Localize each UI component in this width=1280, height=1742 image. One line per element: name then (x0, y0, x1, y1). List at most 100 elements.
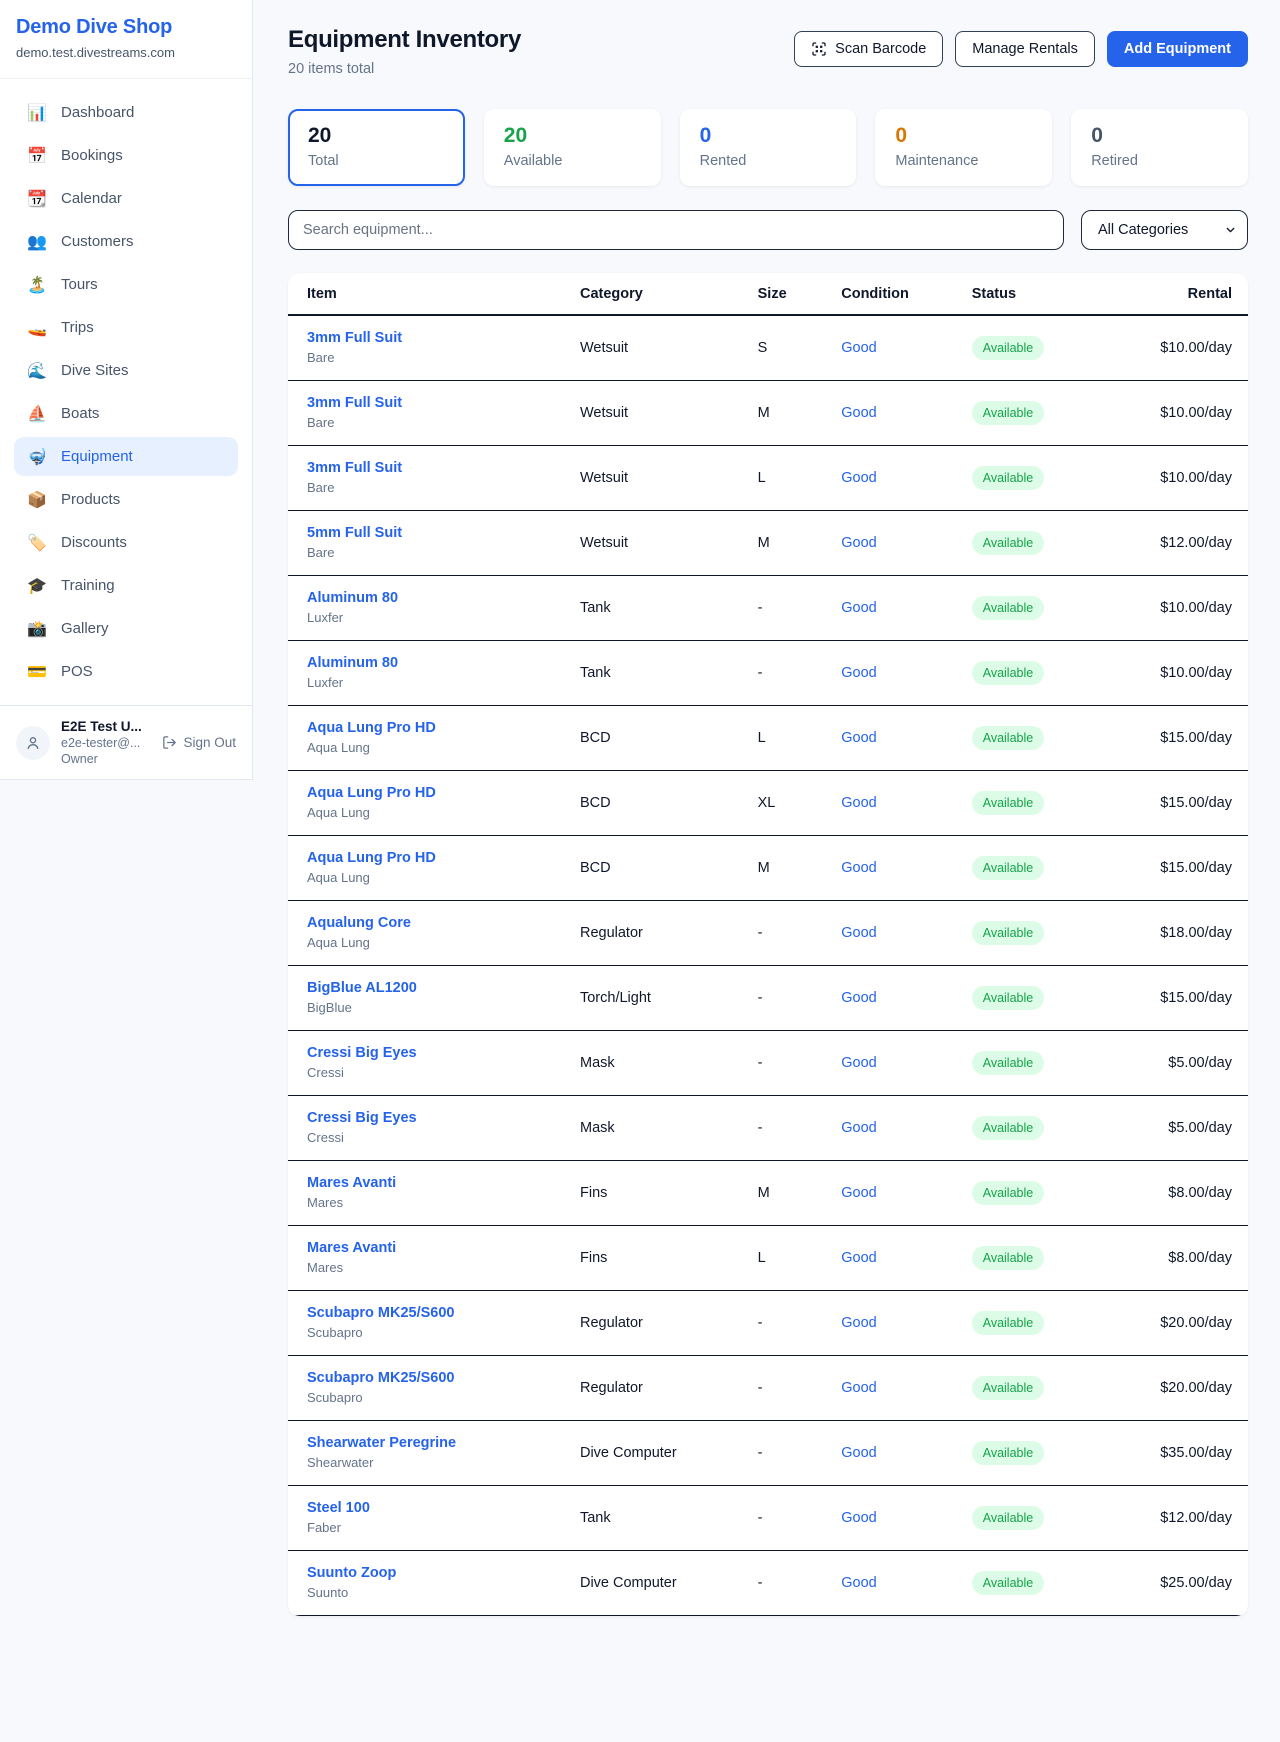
sidebar-item[interactable]: 📆 Calendar (14, 179, 238, 218)
table-row: Aluminum 80 Luxfer Tank - Good Available (288, 641, 1248, 706)
sidebar-item[interactable]: ⛵ Boats (14, 394, 238, 433)
item-name-link[interactable]: Aqua Lung Pro HD (307, 850, 545, 866)
sidebar-item[interactable]: 📅 Bookings (14, 136, 238, 175)
user-role: Owner (61, 752, 142, 766)
add-equipment-button[interactable]: Add Equipment (1107, 31, 1248, 67)
items-total-count: 20 items total (288, 61, 521, 77)
stat-label: Total (308, 153, 445, 169)
sidebar-item[interactable]: 👥 Customers (14, 222, 238, 261)
page-header: Equipment Inventory 20 items total Scan … (288, 26, 1248, 77)
status-cell: Available (953, 381, 1142, 446)
item-name-link[interactable]: 3mm Full Suit (307, 330, 545, 346)
item-name-link[interactable]: 3mm Full Suit (307, 395, 545, 411)
size-cell: - (739, 1096, 823, 1161)
condition-link[interactable]: Good (841, 1250, 876, 1266)
table-row: Aqualung Core Aqua Lung Regulator - Good… (288, 901, 1248, 966)
search-input[interactable] (288, 210, 1064, 250)
sidebar-item[interactable]: 📸 Gallery (14, 609, 238, 648)
add-equipment-label: Add Equipment (1124, 41, 1231, 57)
item-cell: 5mm Full Suit Bare (288, 511, 561, 576)
stat-card[interactable]: 0 Rented (680, 109, 857, 186)
condition-link[interactable]: Good (841, 470, 876, 486)
size-cell: - (739, 1031, 823, 1096)
stat-card[interactable]: 20 Total (288, 109, 465, 186)
condition-link[interactable]: Good (841, 1055, 876, 1071)
sidebar-item-label: Products (61, 491, 120, 508)
condition-link[interactable]: Good (841, 795, 876, 811)
item-name-link[interactable]: 3mm Full Suit (307, 460, 545, 476)
item-brand: Aqua Lung (307, 805, 545, 820)
item-name-link[interactable]: Mares Avanti (307, 1240, 545, 1256)
scan-barcode-button[interactable]: Scan Barcode (794, 31, 943, 67)
item-name-link[interactable]: Aqualung Core (307, 915, 545, 931)
item-cell: BigBlue AL1200 BigBlue (288, 966, 561, 1031)
item-name-link[interactable]: Shearwater Peregrine (307, 1435, 545, 1451)
condition-link[interactable]: Good (841, 600, 876, 616)
sidebar-item-label: Calendar (61, 190, 122, 207)
condition-link[interactable]: Good (841, 860, 876, 876)
size-cell: - (739, 641, 823, 706)
item-name-link[interactable]: Aluminum 80 (307, 590, 545, 606)
item-name-link[interactable]: Cressi Big Eyes (307, 1045, 545, 1061)
table-row: BigBlue AL1200 BigBlue Torch/Light - Goo… (288, 966, 1248, 1031)
rental-cell: $10.00/day (1141, 446, 1248, 511)
condition-link[interactable]: Good (841, 990, 876, 1006)
stat-card[interactable]: 0 Retired (1071, 109, 1248, 186)
condition-link[interactable]: Good (841, 1120, 876, 1136)
item-name-link[interactable]: BigBlue AL1200 (307, 980, 545, 996)
sidebar-item[interactable]: 🏷️ Discounts (14, 523, 238, 562)
item-name-link[interactable]: Scubapro MK25/S600 (307, 1305, 545, 1321)
condition-link[interactable]: Good (841, 1510, 876, 1526)
item-name-link[interactable]: Cressi Big Eyes (307, 1110, 545, 1126)
sidebar-item-icon: 📊 (26, 103, 48, 122)
item-brand: Cressi (307, 1130, 545, 1145)
sidebar-item[interactable]: 🎓 Training (14, 566, 238, 605)
status-cell: Available (953, 966, 1142, 1031)
item-cell: Aqualung Core Aqua Lung (288, 901, 561, 966)
condition-link[interactable]: Good (841, 665, 876, 681)
item-name-link[interactable]: Scubapro MK25/S600 (307, 1370, 545, 1386)
page-title-block: Equipment Inventory 20 items total (288, 26, 521, 77)
item-name-link[interactable]: Mares Avanti (307, 1175, 545, 1191)
item-name-link[interactable]: Aluminum 80 (307, 655, 545, 671)
manage-rentals-button[interactable]: Manage Rentals (955, 31, 1095, 67)
condition-link[interactable]: Good (841, 340, 876, 356)
size-cell: - (739, 1551, 823, 1616)
condition-link[interactable]: Good (841, 925, 876, 941)
table-row: Aqua Lung Pro HD Aqua Lung BCD XL Good A… (288, 771, 1248, 836)
sidebar-item[interactable]: 📊 Dashboard (14, 93, 238, 132)
sidebar-item[interactable]: 🤿 Equipment (14, 437, 238, 476)
condition-link[interactable]: Good (841, 1575, 876, 1591)
condition-cell: Good (822, 1291, 952, 1356)
sign-out-button[interactable]: Sign Out (162, 735, 236, 750)
stat-card[interactable]: 0 Maintenance (875, 109, 1052, 186)
condition-link[interactable]: Good (841, 1185, 876, 1201)
item-name-link[interactable]: Aqua Lung Pro HD (307, 785, 545, 801)
item-brand: Aqua Lung (307, 870, 545, 885)
sidebar-item[interactable]: 📦 Products (14, 480, 238, 519)
sidebar-item[interactable]: 💳 POS (14, 652, 238, 691)
status-badge: Available (972, 1376, 1045, 1400)
item-name-link[interactable]: Suunto Zoop (307, 1565, 545, 1581)
status-cell: Available (953, 511, 1142, 576)
category-select[interactable]: All Categories (1081, 210, 1248, 250)
sidebar-item-label: Gallery (61, 620, 109, 637)
condition-link[interactable]: Good (841, 1445, 876, 1461)
item-name-link[interactable]: 5mm Full Suit (307, 525, 545, 541)
item-name-link[interactable]: Aqua Lung Pro HD (307, 720, 545, 736)
condition-cell: Good (822, 1421, 952, 1486)
item-cell: Suunto Zoop Suunto (288, 1551, 561, 1616)
condition-link[interactable]: Good (841, 405, 876, 421)
sidebar-item[interactable]: 🚤 Trips (14, 308, 238, 347)
condition-link[interactable]: Good (841, 1315, 876, 1331)
sidebar-item-icon: 📦 (26, 490, 48, 509)
condition-link[interactable]: Good (841, 535, 876, 551)
condition-cell: Good (822, 511, 952, 576)
sidebar-item[interactable]: 🏝️ Tours (14, 265, 238, 304)
rental-cell: $18.00/day (1141, 901, 1248, 966)
item-name-link[interactable]: Steel 100 (307, 1500, 545, 1516)
stat-card[interactable]: 20 Available (484, 109, 661, 186)
condition-link[interactable]: Good (841, 1380, 876, 1396)
sidebar-item[interactable]: 🌊 Dive Sites (14, 351, 238, 390)
condition-link[interactable]: Good (841, 730, 876, 746)
